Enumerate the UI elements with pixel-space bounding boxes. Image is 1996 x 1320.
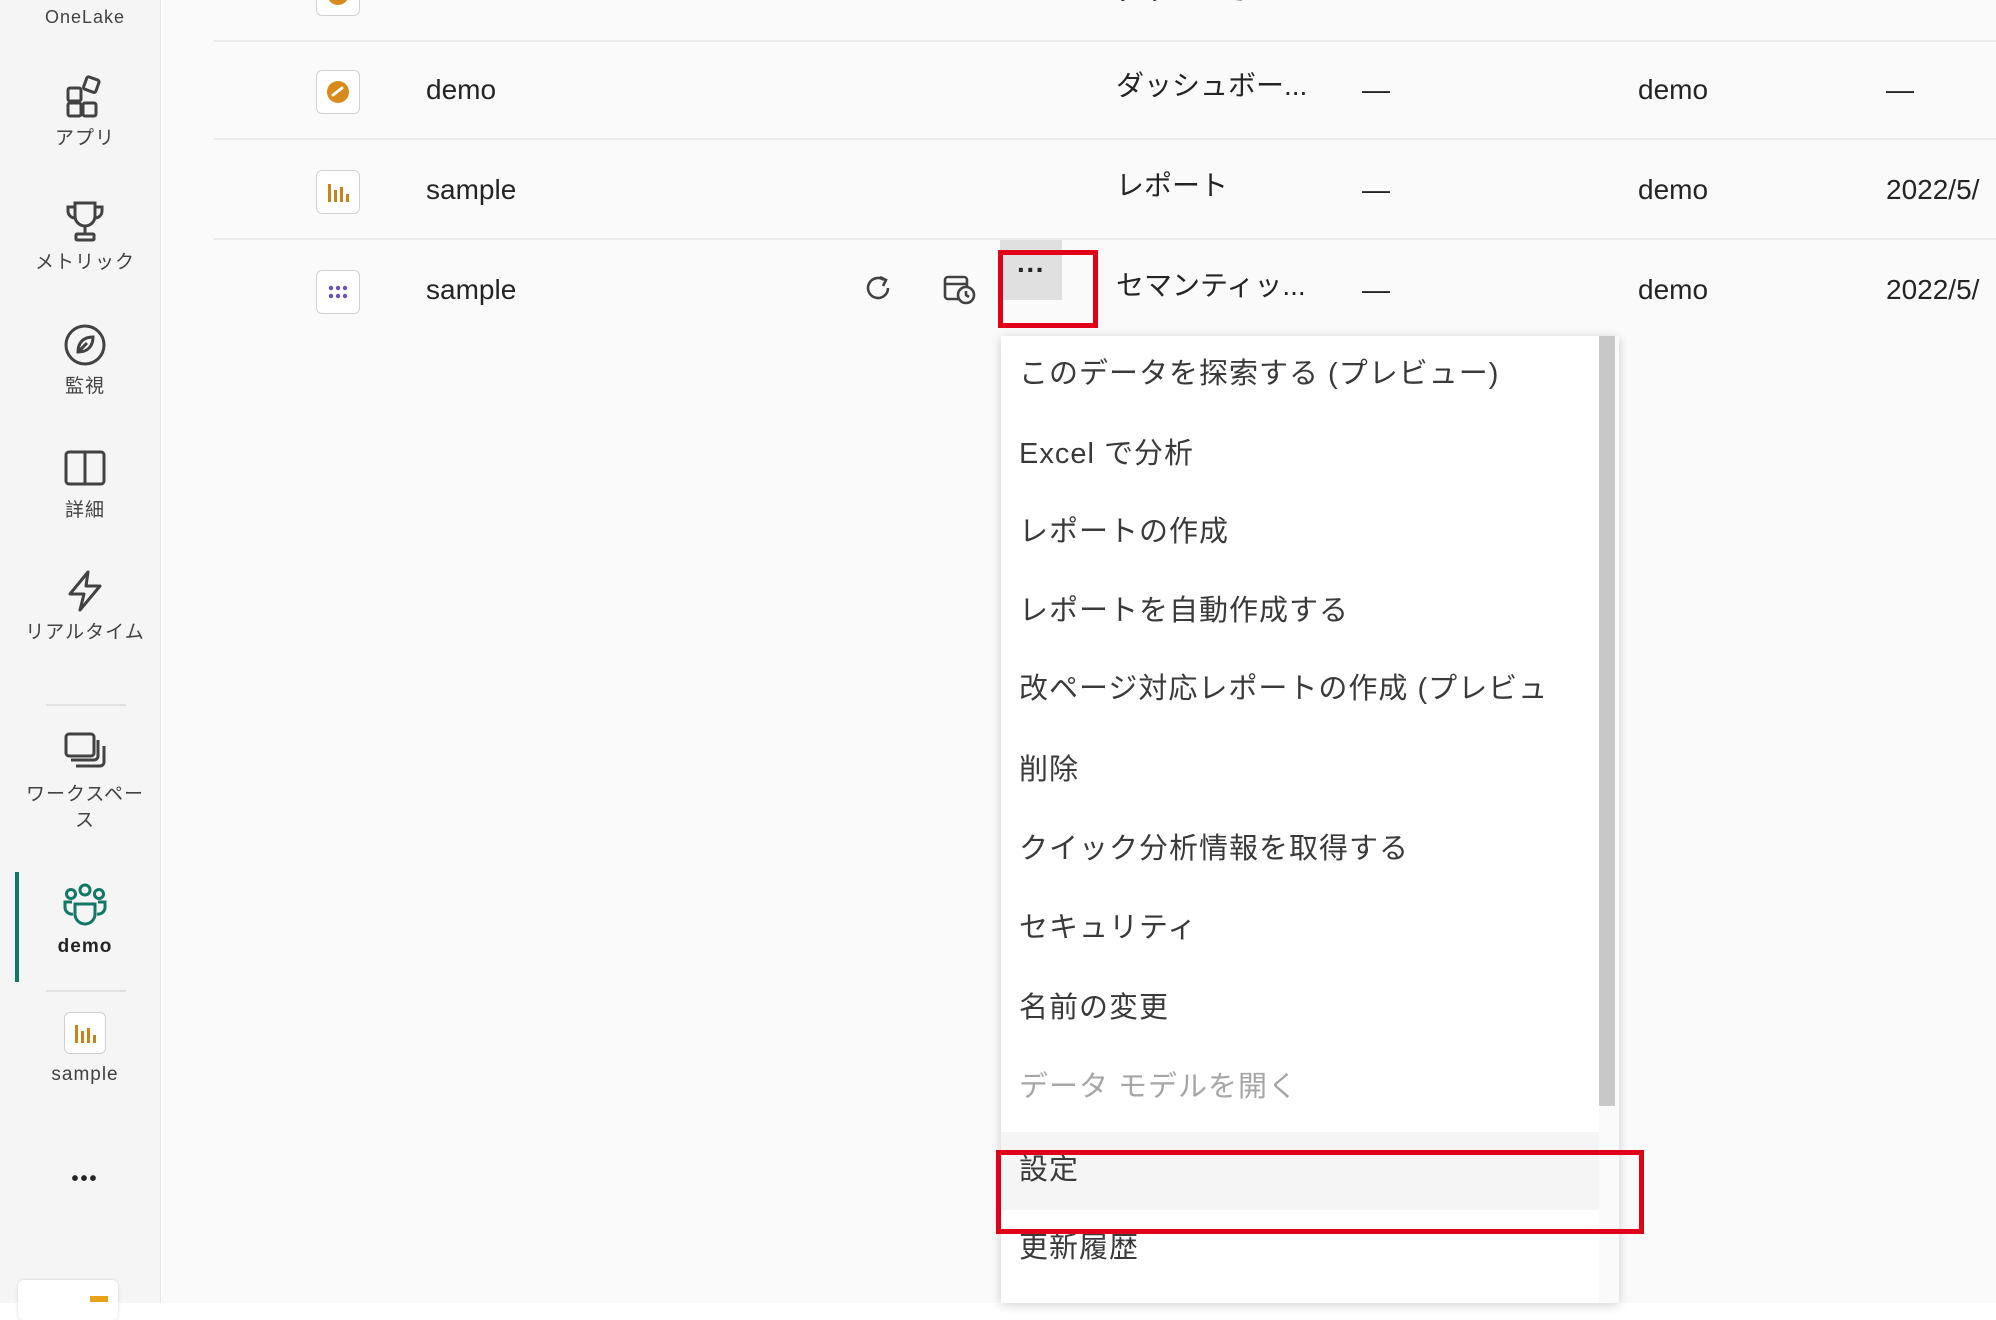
rail-label-learn: 詳細 (64, 500, 105, 521)
row-col3: — (1362, 174, 1390, 205)
monitor-compass-icon (64, 324, 106, 366)
people-group-icon (63, 883, 107, 926)
rail-label-apps: アプリ (54, 128, 115, 149)
menu-item-create-paginated-report[interactable]: 改ページ対応レポートの作成 (プレビュ (1001, 651, 1599, 729)
menu-item-label: クイック分析情報を取得する (1019, 833, 1410, 865)
row-name[interactable]: sample (426, 272, 516, 308)
row-date: 2022/5/ (1886, 274, 1980, 305)
row-type: レポート (1116, 170, 1229, 201)
menu-item-rename[interactable]: 名前の変更 (1001, 970, 1599, 1048)
book-icon (64, 450, 106, 486)
table-row[interactable]: sample レポート — demo 2022/5/ (214, 140, 1996, 240)
row-type: ダッシュボー... (1116, 70, 1308, 101)
menu-item-label: データ モデルを開く (1019, 1071, 1299, 1103)
menu-item-security[interactable]: セキュリティ (1001, 890, 1599, 968)
table-row[interactable]: demo ダッシュボー... — demo — (214, 40, 1996, 140)
menu-item-auto-create-report[interactable]: レポートを自動作成する (1001, 573, 1599, 651)
menu-item-settings[interactable]: 設定 (1001, 1132, 1599, 1210)
menu-item-label: レポートを自動作成する (1019, 595, 1350, 627)
lightning-icon (68, 570, 102, 612)
row-type: ダッシュボー... (1116, 0, 1307, 8)
menu-item-label: 削除 (1019, 754, 1080, 786)
menu-item-label: 更新履歴 (1019, 1232, 1140, 1264)
table-row[interactable]: board ダッシュボー... demo (214, 0, 1996, 42)
menu-scrollbar-thumb[interactable] (1599, 336, 1615, 1106)
row-owner: demo (1638, 274, 1709, 305)
rail-item-demo[interactable]: demo (10, 882, 160, 960)
row-owner: demo (1638, 0, 1708, 8)
more-icon: ••• (71, 1168, 99, 1190)
rail-label-realtime: リアルタイム (25, 622, 145, 643)
more-options-button[interactable]: ··· (1000, 240, 1062, 300)
menu-item-delete[interactable]: 削除 (1001, 732, 1599, 810)
dashboard-icon (316, 0, 360, 16)
rail-item-realtime[interactable]: リアルタイム (10, 568, 160, 646)
menu-item-label: 名前の変更 (1019, 992, 1170, 1024)
row-date: — (1886, 74, 1914, 105)
row-type: セマンティッ... (1116, 270, 1306, 301)
menu-item-explore-data[interactable]: このデータを探索する (プレビュー) (1001, 336, 1599, 414)
row-col3: — (1362, 74, 1390, 105)
menu-item-refresh-history[interactable]: 更新履歴 (1001, 1210, 1599, 1288)
report-icon (316, 170, 360, 214)
row-date: 2022/5/ (1886, 174, 1980, 205)
semantic-model-icon (316, 270, 360, 314)
rail-label-onelake: OneLake (44, 7, 126, 27)
rail-item-apps[interactable]: アプリ (10, 74, 160, 152)
workspaces-icon (64, 732, 106, 768)
rail-bottom-card[interactable] (18, 1280, 118, 1320)
rail-item-monitor[interactable]: 監視 (10, 322, 160, 400)
rail-label-metrics: メトリック (34, 252, 135, 273)
rail-item-workspaces[interactable]: ワークスペース (10, 730, 160, 834)
menu-item-label: セキュリティ (1019, 912, 1198, 944)
menu-item-label: 改ページ対応レポートの作成 (プレビュ (1019, 673, 1549, 705)
rail-item-metrics[interactable]: メトリック (10, 198, 160, 276)
menu-item-open-data-model: データ モデルを開く (1001, 1049, 1599, 1127)
rail-more-button[interactable]: ••• (10, 1160, 160, 1192)
menu-item-create-report[interactable]: レポートの作成 (1001, 494, 1599, 572)
trophy-icon (66, 201, 104, 242)
refresh-icon[interactable] (862, 272, 894, 309)
row-col3: — (1362, 274, 1390, 305)
rail-label-monitor: 監視 (64, 376, 105, 397)
row-owner: demo (1638, 74, 1709, 105)
apps-icon (66, 75, 101, 118)
bottom-card-accent (90, 1296, 108, 1302)
menu-item-label: このデータを探索する (プレビュー) (1019, 358, 1500, 390)
menu-item-label: レポートの作成 (1019, 516, 1230, 548)
rail-label-demo: demo (57, 936, 113, 957)
rail-separator (46, 704, 126, 706)
menu-scrollbar-track[interactable] (1599, 336, 1619, 1303)
left-navigation-rail: OneLake アプリ メトリック 監視 詳細 リアルタイム ワークスペース d… (0, 0, 161, 1320)
rail-item-sample[interactable]: sample (10, 1012, 160, 1088)
dashboard-icon (316, 70, 360, 114)
menu-item-quick-insights[interactable]: クイック分析情報を取得する (1001, 811, 1599, 889)
row-name[interactable]: demo (426, 72, 496, 108)
rail-label-sample: sample (51, 1064, 119, 1085)
rail-separator (46, 990, 126, 992)
row-name[interactable]: board (426, 0, 498, 8)
context-menu: このデータを探索する (プレビュー) Excel で分析 レポートの作成 レポー… (1001, 336, 1619, 1303)
rail-item-learn[interactable]: 詳細 (10, 446, 160, 524)
menu-item-label: 設定 (1019, 1154, 1080, 1186)
table-row[interactable]: sample ··· セマンティッ... — demo 2022/5/ (214, 240, 1996, 338)
row-name[interactable]: sample (426, 172, 516, 208)
rail-item-onelake[interactable]: OneLake (10, 4, 160, 30)
row-owner: demo (1638, 174, 1709, 205)
schedule-refresh-icon[interactable] (942, 272, 976, 311)
rail-label-workspaces: ワークスペース (25, 784, 145, 831)
menu-item-analyze-in-excel[interactable]: Excel で分析 (1001, 416, 1599, 494)
report-icon (64, 1012, 106, 1054)
menu-item-label: Excel で分析 (1019, 438, 1194, 470)
